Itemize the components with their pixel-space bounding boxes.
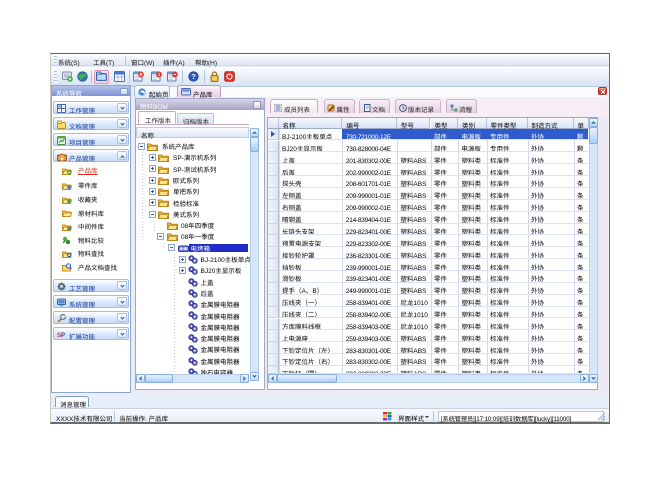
svg-text:?: ?: [191, 72, 196, 81]
